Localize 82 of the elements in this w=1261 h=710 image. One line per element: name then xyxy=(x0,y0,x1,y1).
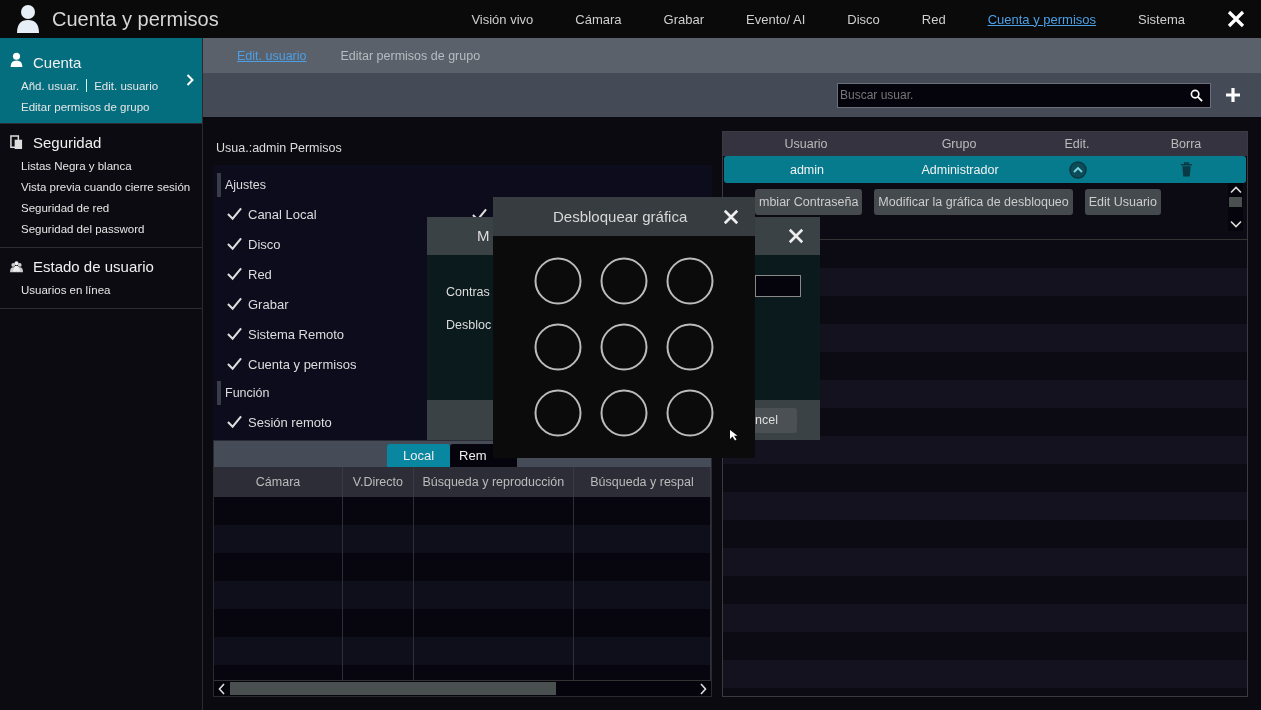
permission-label: Canal Local xyxy=(248,206,317,222)
sidebar-section[interactable]: Estado de usuario Usuarios en línea xyxy=(0,248,202,309)
section-title: Cuenta xyxy=(33,54,82,71)
user-icon xyxy=(10,52,23,67)
dialog-title: Desbloquear gráfica xyxy=(553,208,688,225)
group-icon xyxy=(10,259,23,274)
tab[interactable]: Local xyxy=(387,444,451,467)
permissions-title: Usua.:admin Permisos xyxy=(216,141,342,155)
check-icon[interactable] xyxy=(227,357,242,371)
sidebar-link[interactable]: Edit. usuario xyxy=(94,79,159,92)
sidebar-link[interactable]: Editar permisos de grupo xyxy=(21,100,150,113)
search-field[interactable]: Buscar usuar. xyxy=(837,82,1211,108)
column-header: Edit. xyxy=(1063,136,1091,153)
pattern-dot[interactable] xyxy=(666,389,714,437)
nav-tab[interactable]: Visión vivo xyxy=(471,11,534,27)
pattern-dot[interactable] xyxy=(534,389,582,437)
action-button[interactable]: Modificar la gráfica de desbloqueo xyxy=(874,189,1073,215)
nav-tab[interactable]: Evento/ AI xyxy=(746,11,806,27)
permission-label: Sistema Remoto xyxy=(248,326,345,342)
user-row[interactable]: admin Administrador xyxy=(724,156,1246,183)
user-icon xyxy=(16,4,40,34)
permission-label: Grabar xyxy=(248,296,289,312)
pattern-dot[interactable] xyxy=(600,257,648,305)
check-icon[interactable] xyxy=(227,297,242,311)
field-label: Contras xyxy=(446,285,490,299)
nav-tab[interactable]: Cámara xyxy=(575,11,622,27)
sidebar-link[interactable]: Vista previa cuando cierre sesión xyxy=(21,180,191,193)
sidebar-link[interactable]: Añd. usuar. xyxy=(21,79,80,92)
sidebar-section[interactable]: Seguridad Listas Negra y blanca Vista previa cuando cierre sesión Seguridad de red Seguridad del password xyxy=(0,124,202,248)
table-cell: admin xyxy=(789,162,824,177)
permission-label: Sesión remoto xyxy=(248,414,332,430)
dialog-title: M xyxy=(477,227,490,244)
pattern-dot[interactable] xyxy=(600,323,648,371)
check-icon[interactable] xyxy=(227,327,242,341)
search-icon[interactable] xyxy=(1190,88,1203,102)
permission-label: Cuenta y permisos xyxy=(248,356,357,372)
field-label: Desbloc xyxy=(446,318,492,332)
action-button[interactable]: Edit Usuario xyxy=(1084,189,1161,215)
check-icon[interactable] xyxy=(227,237,242,251)
section-title: Estado de usuario xyxy=(33,258,154,275)
cancel-button[interactable]: ncel xyxy=(755,407,797,433)
close-icon[interactable] xyxy=(723,209,739,225)
check-icon[interactable] xyxy=(227,267,242,281)
section-title: Seguridad xyxy=(33,134,102,151)
permission-label: Disco xyxy=(248,236,281,252)
cursor-icon xyxy=(729,429,739,441)
chevron-right-icon xyxy=(186,74,194,86)
table-cell: Administrador xyxy=(921,162,999,177)
sidebar-link[interactable]: Seguridad de red xyxy=(21,201,110,214)
sidebar-link[interactable]: Seguridad del password xyxy=(21,222,145,235)
scrollbar-thumb[interactable] xyxy=(1229,197,1242,207)
nav-tab[interactable]: Red xyxy=(921,11,946,27)
nav-tab[interactable]: Grabar xyxy=(663,11,704,27)
group-label: Ajustes xyxy=(217,173,467,197)
add-icon[interactable] xyxy=(1225,87,1241,103)
column-header: Grupo xyxy=(940,136,978,153)
close-icon[interactable] xyxy=(788,228,804,244)
pattern-dot[interactable] xyxy=(534,323,582,371)
pattern-dot[interactable] xyxy=(600,389,648,437)
page-title: Cuenta y permisos xyxy=(52,7,219,31)
scrollbar-thumb[interactable] xyxy=(230,682,556,695)
action-button[interactable]: mbiar Contraseña xyxy=(755,189,863,215)
sidebar-section[interactable]: Cuenta Añd. usuar. Edit. usuario Editar permisos de grupo xyxy=(0,38,202,124)
pattern-dot[interactable] xyxy=(666,257,714,305)
trash-icon[interactable] xyxy=(1179,162,1193,177)
pattern-dot[interactable] xyxy=(666,323,714,371)
scrollbar-track[interactable] xyxy=(1228,183,1243,231)
scrollbar-track[interactable] xyxy=(214,680,711,696)
document-icon xyxy=(10,135,23,150)
collapse-icon[interactable] xyxy=(1069,160,1087,179)
column-header: Usuario xyxy=(783,136,829,153)
sidebar-link[interactable]: Usuarios en línea xyxy=(21,283,111,296)
sidebar-link[interactable]: Listas Negra y blanca xyxy=(21,159,132,172)
check-icon[interactable] xyxy=(227,415,242,429)
input-field[interactable] xyxy=(755,275,801,297)
nav-tab[interactable]: Cuenta y permisos xyxy=(987,11,1097,27)
nav-tab[interactable]: Sistema xyxy=(1138,11,1185,27)
pattern-dot[interactable] xyxy=(534,257,582,305)
check-icon[interactable] xyxy=(227,207,242,221)
column-header: Borra xyxy=(1169,136,1203,153)
permission-label: Red xyxy=(248,266,272,282)
nav-tab[interactable]: Disco xyxy=(847,11,880,27)
